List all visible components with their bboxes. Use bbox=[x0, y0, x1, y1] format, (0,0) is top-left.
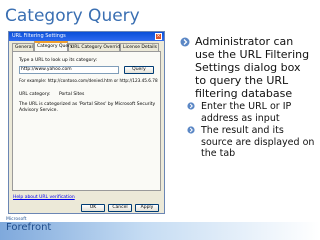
help-link[interactable]: Help about URL verification bbox=[13, 195, 75, 200]
category-query-pane: Type a URL to look up its category: http… bbox=[12, 51, 161, 191]
bullet-icon bbox=[180, 37, 190, 50]
result-text-line1: The URL is categorized as 'Portal Sites'… bbox=[19, 102, 156, 107]
query-button[interactable]: Query bbox=[124, 66, 154, 74]
tab-general[interactable]: General bbox=[12, 43, 34, 51]
ok-button[interactable]: OK bbox=[81, 204, 105, 212]
slide-title: Category Query bbox=[5, 6, 140, 26]
close-icon[interactable]: × bbox=[155, 33, 162, 40]
cancel-button[interactable]: Cancel bbox=[108, 204, 132, 212]
sub-bullet: The result and its source are displayed … bbox=[180, 125, 315, 160]
example-text: For example: http://contoso.com/denied.h… bbox=[19, 78, 158, 83]
bullet-icon bbox=[187, 126, 195, 138]
category-label: URL category: bbox=[19, 92, 51, 97]
tab-category-query[interactable]: Category Query bbox=[34, 41, 73, 51]
main-bullet: Administrator can use the URL Filtering … bbox=[180, 35, 315, 100]
url-input[interactable]: http://www.yahoo.com bbox=[19, 66, 119, 74]
tab-license-details[interactable]: License Details bbox=[120, 43, 159, 51]
apply-button[interactable]: Apply bbox=[135, 204, 159, 212]
logo-forefront: Forefront bbox=[6, 222, 52, 233]
sub-bullet: Enter the URL or IP address as input bbox=[180, 101, 315, 124]
dialog-titlebar: URL Filtering Settings × bbox=[9, 32, 164, 41]
sub-bullet-text: Enter the URL or IP address as input bbox=[201, 101, 292, 124]
url-prompt-label: Type a URL to look up its category: bbox=[19, 58, 98, 63]
result-text-line2: Advisory Service. bbox=[19, 108, 58, 113]
dialog-tabs: General Category Query URL Category Over… bbox=[9, 41, 164, 51]
category-value: Portal Sites bbox=[59, 92, 85, 97]
dialog-title: URL Filtering Settings bbox=[12, 33, 66, 39]
forefront-logo: Microsoft Forefront bbox=[6, 217, 51, 233]
url-filtering-dialog: URL Filtering Settings × General Categor… bbox=[8, 31, 165, 214]
tab-url-category-override[interactable]: URL Category Override bbox=[68, 43, 123, 51]
bullet-list: Administrator can use the URL Filtering … bbox=[180, 35, 315, 160]
sub-bullet-text: The result and its source are displayed … bbox=[201, 125, 315, 159]
main-bullet-text: Administrator can use the URL Filtering … bbox=[195, 35, 310, 100]
bullet-icon bbox=[187, 102, 195, 114]
